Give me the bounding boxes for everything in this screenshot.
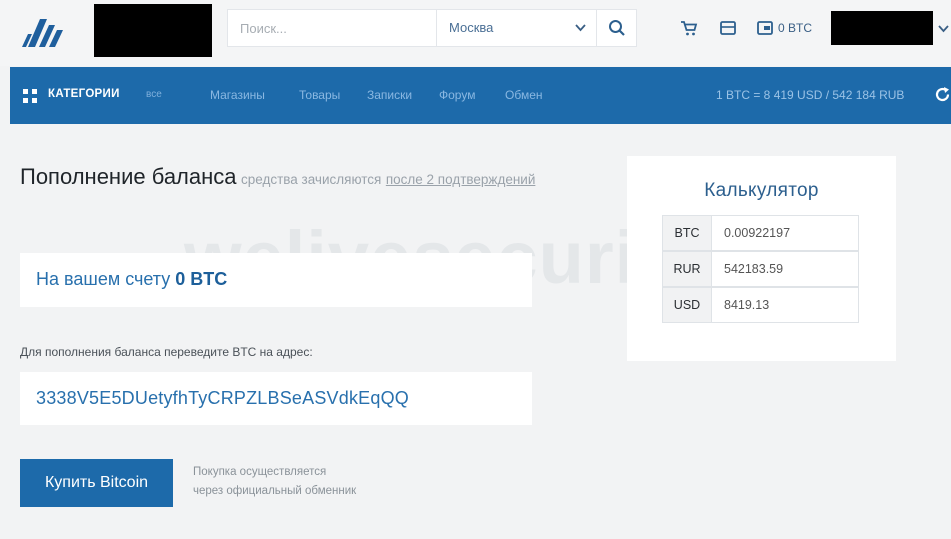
calculator-panel: Калькулятор BTC RUR USD (627, 156, 896, 361)
nav-link-goods[interactable]: Товары (299, 88, 340, 102)
brand-logo[interactable] (18, 14, 80, 50)
city-select-value: Москва (449, 20, 494, 35)
page-subtitle: средства зачисляются (240, 172, 382, 187)
main-navigation: КАТЕГОРИИ все Магазины Товары Записки Фо… (10, 67, 951, 124)
search-bar: Москва (227, 9, 637, 47)
city-select[interactable]: Москва (436, 10, 596, 46)
chevron-down-icon[interactable] (938, 24, 949, 33)
message-icon[interactable] (719, 19, 737, 37)
categories-all-link[interactable]: все (146, 89, 162, 100)
buy-note: Покупка осуществляется через официальный… (193, 463, 413, 501)
confirmations-link[interactable]: после 2 подтверждений (386, 172, 536, 187)
address-label: Для пополнения баланса переведите BTC на… (20, 345, 313, 359)
balance-text: На вашем счету 0 BTC (36, 269, 227, 290)
page-title: Пополнение баланса (20, 164, 237, 189)
wallet-icon[interactable] (756, 19, 774, 37)
nav-link-forum[interactable]: Форум (439, 88, 475, 102)
btc-address[interactable]: 3338V5E5DUetyfhTyCRPZLBSeASVdkEqQQ (36, 388, 409, 409)
redacted-site-name (94, 4, 212, 57)
calc-currency-code: USD (662, 287, 712, 323)
page-title-block: Пополнение баланса средства зачисляются … (20, 162, 540, 195)
nav-link-notes[interactable]: Записки (367, 88, 412, 102)
exchange-rate: 1 BTC = 8 419 USD / 542 184 RUB (716, 88, 905, 102)
buy-note-line-2: через официальный обменник (193, 485, 357, 497)
balance-prefix: На вашем счету (36, 269, 171, 289)
calc-btc-input[interactable] (711, 215, 859, 251)
refresh-icon[interactable] (934, 86, 951, 103)
calc-usd-input[interactable] (711, 287, 859, 323)
search-icon (609, 20, 625, 36)
calc-currency-code: RUR (662, 251, 712, 287)
calc-rur-input[interactable] (711, 251, 859, 287)
nav-link-exchange[interactable]: Обмен (505, 88, 543, 102)
balance-card: На вашем счету 0 BTC (20, 253, 532, 307)
cart-icon[interactable] (680, 19, 698, 37)
nav-link-shops[interactable]: Магазины (210, 88, 265, 102)
redacted-username (831, 11, 933, 45)
calculator-title: Калькулятор (704, 180, 819, 201)
buy-bitcoin-button[interactable]: Купить Bitcoin (20, 459, 173, 507)
categories-label: КАТЕГОРИИ (48, 88, 120, 100)
search-button[interactable] (596, 10, 636, 46)
chevron-down-icon (575, 24, 586, 32)
buy-note-line-1: Покупка осуществляется (193, 466, 327, 478)
search-input[interactable] (228, 10, 433, 46)
grid-icon (23, 89, 37, 103)
wallet-balance[interactable]: 0 BTC (778, 19, 812, 37)
top-header: Москва 0 BTC (0, 0, 951, 66)
balance-value: 0 BTC (175, 269, 228, 289)
calc-currency-code: BTC (662, 215, 712, 251)
address-card: 3338V5E5DUetyfhTyCRPZLBSeASVdkEqQQ (20, 372, 532, 425)
